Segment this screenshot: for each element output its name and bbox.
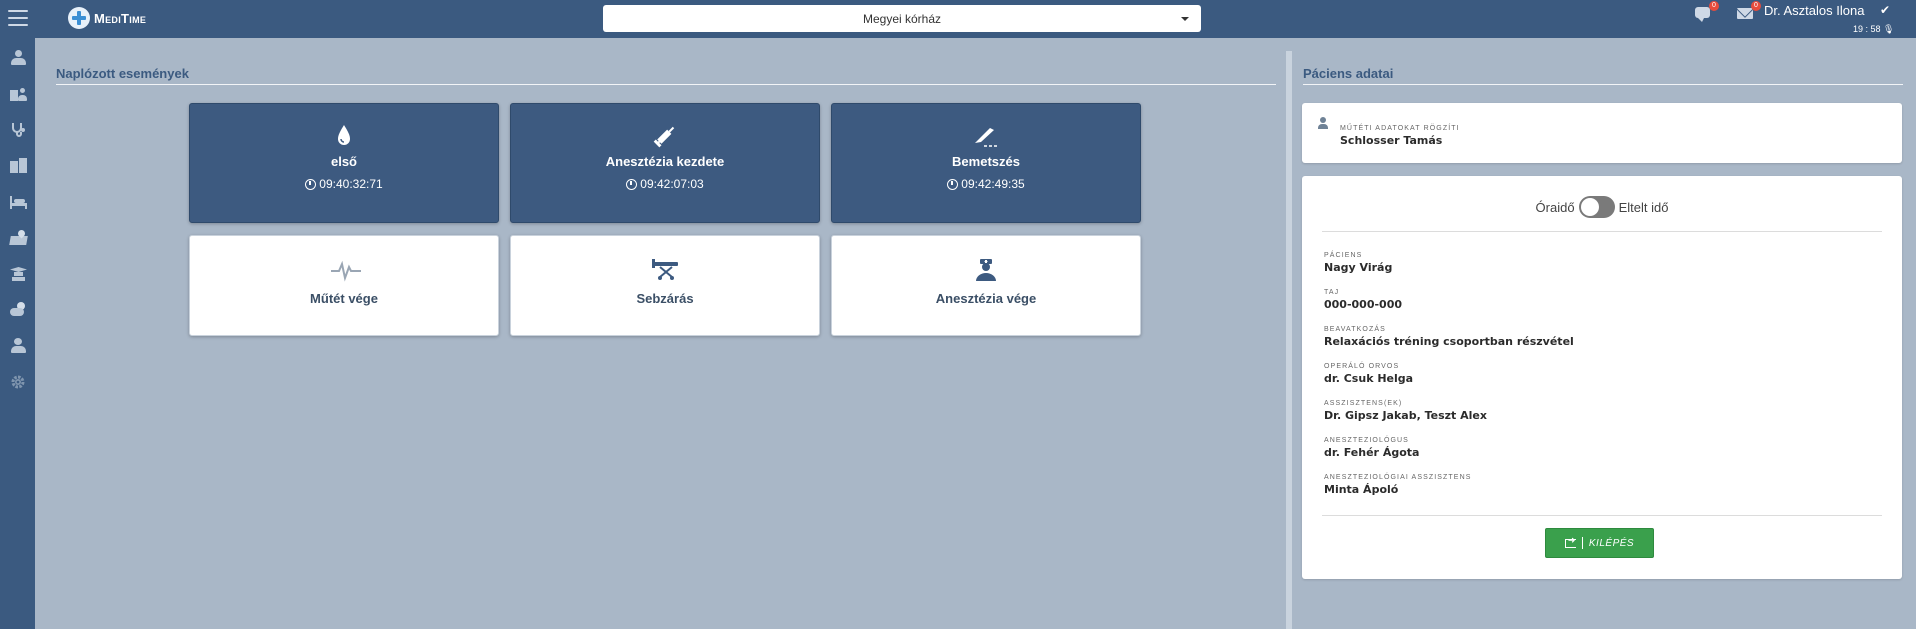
event-tile-anesthesia-end[interactable]: Anesztézia vége bbox=[831, 235, 1141, 336]
user-name[interactable]: Dr. Asztalos Ilona bbox=[1764, 3, 1864, 18]
field-taj: TAJ 000-000-000 bbox=[1324, 289, 1403, 311]
patient-title-rule bbox=[1303, 84, 1903, 85]
field-surgeon: Operáló orvos dr. Csuk Helga bbox=[1324, 363, 1414, 385]
menu-icon[interactable] bbox=[8, 10, 28, 26]
field-patient: Páciens Nagy Virág bbox=[1324, 252, 1393, 274]
alarm-clock-icon bbox=[305, 178, 317, 190]
sidebar-item-settings[interactable] bbox=[10, 374, 26, 389]
time-mode-switch[interactable] bbox=[1578, 196, 1615, 218]
time-mode-toggle-row: Óraidő Eltelt idő bbox=[1302, 196, 1902, 218]
sidebar-item-doctor[interactable] bbox=[10, 50, 26, 65]
event-tile-wound-closure[interactable]: Sebzárás bbox=[510, 235, 820, 336]
sidebar-item-patients[interactable] bbox=[10, 86, 27, 101]
divider bbox=[1322, 231, 1882, 232]
check-icon[interactable]: ✔ bbox=[1880, 3, 1890, 17]
event-tile-anesthesia-start[interactable]: Anesztézia kezdete 09:42:07:03 bbox=[510, 103, 820, 223]
clock-mic-icon: 🎙 bbox=[1883, 24, 1895, 34]
chat-badge: 0 bbox=[1709, 1, 1719, 11]
event-tile-incision[interactable]: Bemetszés 09:42:49:35 bbox=[831, 103, 1141, 223]
event-tile-surgery-end[interactable]: Műtét vége bbox=[189, 235, 499, 336]
field-intervention: Beavatkozás Relaxációs tréning csoportba… bbox=[1324, 326, 1574, 348]
logout-label: KILÉPÉS bbox=[1588, 537, 1635, 549]
logout-icon bbox=[1564, 535, 1576, 548]
sidebar-item-weather[interactable] bbox=[10, 302, 26, 317]
event-time: 09:42:49:35 bbox=[947, 177, 1025, 191]
events-title: Naplózott események bbox=[56, 66, 189, 81]
chevron-down-icon bbox=[1181, 17, 1189, 21]
drop-icon bbox=[330, 124, 358, 148]
mail-button[interactable]: 0 bbox=[1735, 1, 1761, 22]
patient-title: Páciens adatai bbox=[1303, 66, 1394, 81]
sidebar-item-staff[interactable] bbox=[10, 338, 26, 353]
event-label: Műtét vége bbox=[310, 291, 378, 306]
logout-button[interactable]: KILÉPÉS bbox=[1545, 528, 1654, 558]
sidebar-item-map[interactable] bbox=[9, 228, 28, 245]
heartbeat-icon bbox=[330, 258, 361, 282]
user-icon bbox=[1318, 117, 1328, 129]
recorder-card: Műtéti adatokat rögzíti Schlosser Tamás bbox=[1302, 103, 1902, 163]
patient-card: Óraidő Eltelt idő Páciens Nagy Virág TAJ… bbox=[1302, 176, 1902, 579]
button-separator bbox=[1581, 537, 1583, 549]
event-label: Sebzárás bbox=[636, 291, 694, 306]
chat-icon bbox=[1695, 7, 1710, 22]
event-label: első bbox=[330, 154, 357, 169]
sidebar bbox=[0, 38, 35, 629]
nurse-icon bbox=[972, 258, 1000, 282]
recorder-label: Műtéti adatokat rögzíti bbox=[1340, 125, 1460, 132]
mail-icon bbox=[1737, 8, 1753, 19]
alarm-clock-icon bbox=[626, 178, 638, 190]
scalpel-icon bbox=[972, 124, 1000, 148]
settings-icon bbox=[11, 375, 25, 389]
stretcher-icon bbox=[651, 258, 679, 282]
recorder-name: Schlosser Tamás bbox=[1340, 134, 1443, 147]
toggle-right-label: Eltelt idő bbox=[1618, 199, 1669, 215]
app-logo[interactable]: MediTime bbox=[68, 5, 146, 31]
clock: 19 : 58 🎙 bbox=[1853, 24, 1895, 34]
logo-text: MediTime bbox=[94, 10, 147, 26]
divider bbox=[1322, 515, 1882, 516]
top-bar: MediTime Megyei kórház 0 0 Dr. Asztalos … bbox=[0, 0, 1916, 38]
field-assistants: Asszisztens(ek) Dr. Gipsz Jakab, Teszt A… bbox=[1324, 400, 1487, 422]
event-time: 09:42:07:03 bbox=[626, 177, 704, 191]
field-anesthesia-assistant: Aneszteziológiai asszisztens Minta Ápoló bbox=[1324, 474, 1472, 496]
stethoscope-icon bbox=[12, 123, 25, 137]
event-tile-first[interactable]: első 09:40:32:71 bbox=[189, 103, 499, 223]
sidebar-item-stethoscope[interactable] bbox=[10, 122, 26, 137]
event-time: 09:40:32:71 bbox=[305, 177, 383, 191]
sidebar-item-hospital[interactable] bbox=[10, 158, 27, 173]
hospital-select-value: Megyei kórház bbox=[862, 11, 942, 26]
sidebar-item-bed[interactable] bbox=[10, 194, 27, 209]
panel-divider bbox=[1286, 51, 1292, 629]
event-label: Anesztézia vége bbox=[935, 291, 1037, 306]
events-title-rule bbox=[56, 84, 1276, 85]
toggle-left-label: Óraidő bbox=[1535, 199, 1575, 215]
hospital-select[interactable]: Megyei kórház bbox=[603, 5, 1201, 32]
mail-badge: 0 bbox=[1751, 1, 1761, 11]
chat-button[interactable]: 0 bbox=[1693, 1, 1719, 22]
sidebar-item-education[interactable] bbox=[10, 266, 27, 281]
logo-cross-icon bbox=[68, 7, 90, 29]
field-anesthesiologist: Aneszteziológus dr. Fehér Ágota bbox=[1324, 437, 1420, 459]
event-label: Anesztézia kezdete bbox=[605, 154, 725, 169]
event-label: Bemetszés bbox=[952, 154, 1020, 169]
alarm-clock-icon bbox=[947, 178, 959, 190]
syringe-icon bbox=[651, 124, 679, 148]
